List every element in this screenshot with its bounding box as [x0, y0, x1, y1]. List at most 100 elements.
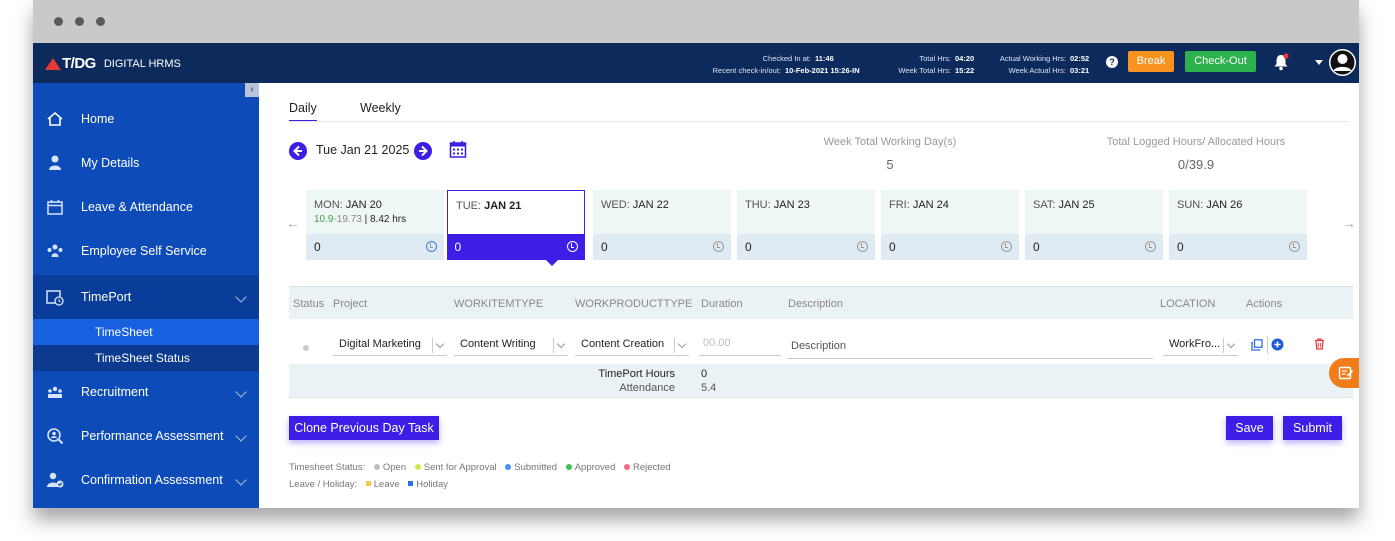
column-project: Project [333, 298, 368, 310]
home-icon [47, 111, 63, 126]
day-card-fri[interactable]: FRI: JAN 24 0 [881, 190, 1019, 260]
clone-previous-day-button[interactable]: Clone Previous Day Task [289, 416, 439, 440]
next-week-arrow-icon[interactable]: → [1342, 215, 1356, 231]
day-date: JAN 21 [484, 200, 522, 212]
previous-day-button[interactable] [289, 142, 307, 160]
project-select[interactable]: Digital Marketing [333, 338, 447, 356]
window-chrome [33, 0, 1359, 43]
day-card-wed[interactable]: WED: JAN 22 0 [593, 190, 731, 260]
checked-in-label: Checked In at: [762, 54, 811, 63]
totals-row: TimePort Hours 0 Attendance 5.4 [289, 364, 1353, 398]
sidebar-item-performance-assessment[interactable]: Performance Assessment [33, 414, 259, 458]
sidebar-item-home[interactable]: Home [33, 97, 259, 141]
window-dot-3[interactable] [96, 17, 105, 26]
submit-button[interactable]: Submit [1283, 416, 1342, 440]
week-actual-value: 03:21 [1070, 66, 1090, 75]
legend-title: Leave / Holiday: [289, 479, 358, 490]
break-button[interactable]: Break [1128, 51, 1174, 72]
copy-icon[interactable] [1251, 339, 1263, 351]
recent-checkin-value: 10-Feb-2021 15:26-IN [785, 66, 860, 75]
sidebar-item-timeport[interactable]: TimePort [33, 275, 259, 319]
sidebar-item-recruitment[interactable]: Recruitment [33, 370, 259, 414]
feedback-floating-button[interactable] [1329, 358, 1359, 388]
total-hours-stats: Total Hrs: 04:20 Week Total Hrs: 15:22 [885, 53, 977, 77]
window-dot-2[interactable] [75, 17, 84, 26]
week-total-value: 15:22 [955, 66, 975, 75]
attendance-value: 5.4 [701, 382, 717, 394]
avatar[interactable] [1329, 49, 1356, 76]
calendar-picker-icon[interactable] [449, 140, 467, 159]
sidebar-collapse-chevron-left-icon[interactable]: ‹ [245, 83, 259, 97]
column-location: LOCATION [1160, 298, 1216, 310]
day-card-thu[interactable]: THU: JAN 23 0 [737, 190, 875, 260]
account-menu-chevron-down-icon[interactable] [1315, 60, 1323, 65]
day-card-mon[interactable]: MON: JAN 20 10.9-19.73 | 8.42 hrs 0 [306, 190, 444, 260]
logo[interactable]: T/DG DIGITAL HRMS [45, 55, 181, 72]
logo-name: DIGITAL HRMS [103, 57, 181, 70]
day-date: JAN 25 [1058, 199, 1095, 211]
sidebar-item-confirmation-assessment[interactable]: Confirmation Assessment [33, 458, 259, 502]
attendance-label: Attendance [619, 382, 675, 394]
sidebar-item-label: Employee Self Service [81, 244, 207, 258]
checked-in-value: 11:46 [815, 54, 834, 63]
day-label: WED: JAN 22 [601, 199, 669, 211]
week-actual-label: Week Actual Hrs: [1008, 66, 1066, 75]
day-card-sat[interactable]: SAT: JAN 25 0 [1025, 190, 1163, 260]
day-of-week: WED: [601, 199, 630, 211]
notification-bell-icon[interactable] [1273, 53, 1289, 71]
prev-week-arrow-icon[interactable]: ← [286, 215, 300, 231]
day-of-week: MON: [314, 199, 343, 211]
feedback-edit-icon [1338, 366, 1354, 380]
legend-dot [624, 464, 631, 470]
day-date: JAN 22 [632, 199, 669, 211]
delete-icon[interactable] [1314, 338, 1325, 350]
sidebar-subitem-timesheet[interactable]: TimeSheet [33, 319, 259, 345]
day-label: TUE: JAN 21 [456, 200, 521, 212]
tab-daily[interactable]: Daily [289, 101, 317, 122]
day-attendance-green: 10.9 [314, 214, 334, 225]
day-card-sun[interactable]: SUN: JAN 26 0 [1169, 190, 1307, 260]
workitem-select[interactable]: Content Writing [454, 338, 568, 356]
legend-item: Rejected [624, 462, 671, 473]
help-icon[interactable]: ? [1106, 56, 1118, 68]
day-card-tue[interactable]: TUE: JAN 21 0 [446, 190, 585, 260]
day-attendance: 10.9-19.73 | 8.42 hrs [314, 214, 406, 225]
window-dot-1[interactable] [54, 17, 63, 26]
group-icon [47, 244, 63, 257]
legend-item: Submitted [505, 462, 557, 473]
checkout-button[interactable]: Check-Out [1185, 51, 1256, 72]
legend-dot [505, 464, 512, 470]
duration-input[interactable]: 00.00 [699, 337, 781, 356]
column-status: Status [293, 298, 325, 310]
location-select[interactable]: WorkFro... [1163, 338, 1238, 356]
legend-label: Leave [373, 479, 400, 490]
workproduct-select[interactable]: Content Creation [575, 338, 689, 356]
next-day-button[interactable] [414, 142, 432, 160]
chevron-down-icon [235, 474, 247, 486]
description-input[interactable]: Description [787, 340, 1153, 359]
day-hours: 0 [1177, 240, 1184, 254]
sidebar-item-label: My Details [81, 156, 140, 170]
day-hours: 0 [314, 240, 321, 254]
day-hours-bar: 0 [1025, 234, 1163, 260]
project-value: Digital Marketing [339, 338, 421, 350]
logo-mark: T/DG [62, 55, 96, 72]
legend-square [365, 481, 371, 486]
sidebar-item-employee-self-service[interactable]: Employee Self Service [33, 229, 259, 273]
day-of-week: THU: [745, 199, 771, 211]
user-icon [49, 155, 61, 170]
save-button[interactable]: Save [1226, 416, 1273, 440]
legend-item: Leave [365, 479, 400, 490]
top-bar: T/DG DIGITAL HRMS Checked In at: 11:46 Re… [33, 43, 1359, 83]
column-actions: Actions [1246, 298, 1283, 310]
add-row-icon[interactable] [1271, 338, 1284, 351]
sidebar-item-my-details[interactable]: My Details [33, 141, 259, 185]
legend-item: Sent for Approval [414, 462, 497, 473]
day-hours-bar: 0 [1169, 234, 1307, 260]
tab-weekly[interactable]: Weekly [360, 101, 401, 115]
legend-dot [565, 464, 572, 470]
sidebar-item-label: Performance Assessment [81, 429, 224, 443]
sidebar-item-leave-attendance[interactable]: Leave & Attendance [33, 185, 259, 229]
sidebar-subitem-timesheet-status[interactable]: TimeSheet Status [33, 345, 259, 371]
timesheet-status-legend: Timesheet Status: Open Sent for Approval… [289, 462, 671, 473]
